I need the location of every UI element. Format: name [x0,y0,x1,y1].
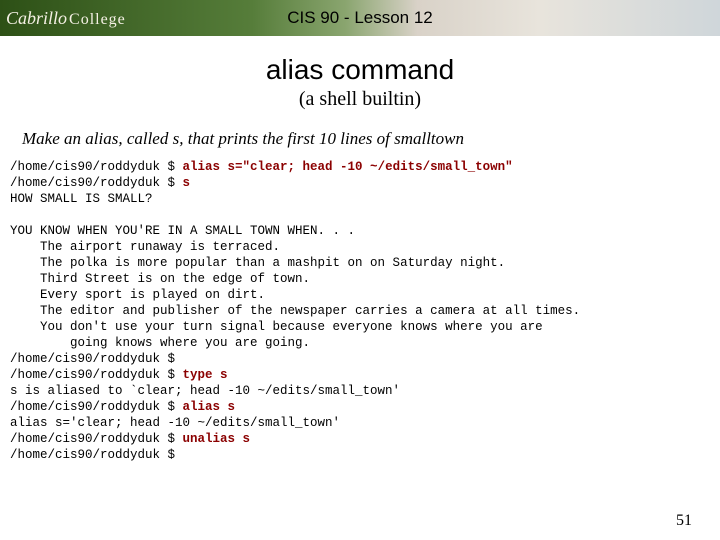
prompt: /home/cis90/roddyduk $ [10,448,183,462]
prompt: /home/cis90/roddyduk $ [10,368,183,382]
out-line: alias s='clear; head -10 ~/edits/small_t… [10,416,340,430]
out-line: Every sport is played on dirt. [10,288,265,302]
out-line: s is aliased to `clear; head -10 ~/edits… [10,384,400,398]
prompt: /home/cis90/roddyduk $ [10,432,183,446]
logo-serif: College [69,11,126,29]
prompt: /home/cis90/roddyduk $ [10,352,183,366]
out-line: Third Street is on the edge of town. [10,272,310,286]
header-bar: Cabrillo College CIS 90 - Lesson 12 [0,0,720,36]
cmd-alias-def: alias s="clear; head -10 ~/edits/small_t… [183,160,513,174]
terminal-output: /home/cis90/roddyduk $ alias s="clear; h… [10,159,710,463]
slide-title: alias command [0,54,720,86]
out-line: You don't use your turn signal because e… [10,320,543,334]
cmd-unalias-s: unalias s [183,432,251,446]
slide-subtitle: (a shell builtin) [0,88,720,111]
logo-script: Cabrillo [6,8,67,29]
prompt: /home/cis90/roddyduk $ [10,176,183,190]
course-title: CIS 90 - Lesson 12 [287,8,433,28]
instruction-text: Make an alias, called s, that prints the… [22,129,720,149]
cmd-alias-s: alias s [183,400,236,414]
cmd-run-s: s [183,176,191,190]
page-number: 51 [676,512,692,530]
logo: Cabrillo College [0,8,126,29]
out-line: going knows where you are going. [10,336,310,350]
cmd-type-s: type s [183,368,228,382]
out-line: The airport runaway is terraced. [10,240,280,254]
out-line: The polka is more popular than a mashpit… [10,256,505,270]
prompt: /home/cis90/roddyduk $ [10,400,183,414]
out-line: The editor and publisher of the newspape… [10,304,580,318]
prompt: /home/cis90/roddyduk $ [10,160,183,174]
out-line: YOU KNOW WHEN YOU'RE IN A SMALL TOWN WHE… [10,224,355,238]
out-line: HOW SMALL IS SMALL? [10,192,153,206]
